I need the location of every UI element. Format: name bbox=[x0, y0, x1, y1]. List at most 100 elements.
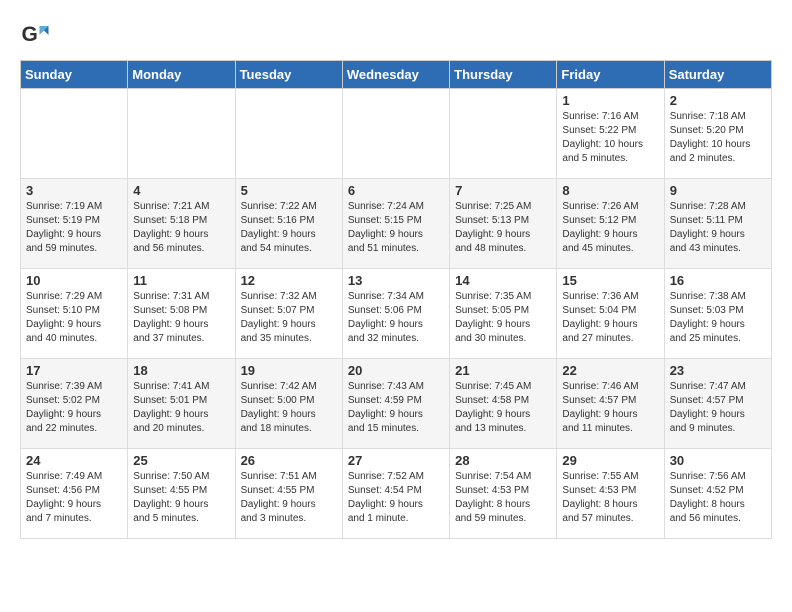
day-cell: 27 Sunrise: 7:52 AM Sunset: 4:54 PM Dayli… bbox=[342, 449, 449, 539]
day-info: Sunrise: 7:24 AM Sunset: 5:15 PM Dayligh… bbox=[348, 200, 444, 256]
day-info: Sunrise: 7:38 AM Sunset: 5:03 PM Dayligh… bbox=[670, 290, 766, 346]
day-cell: 1 Sunrise: 7:16 AM Sunset: 5:22 PM Daylig… bbox=[557, 89, 664, 179]
day-cell: 7 Sunrise: 7:25 AM Sunset: 5:13 PM Daylig… bbox=[450, 179, 557, 269]
day-cell: 25 Sunrise: 7:50 AM Sunset: 4:55 PM Dayli… bbox=[128, 449, 235, 539]
day-cell: 24 Sunrise: 7:49 AM Sunset: 4:56 PM Dayli… bbox=[21, 449, 128, 539]
day-number: 5 bbox=[241, 183, 337, 198]
day-cell: 18 Sunrise: 7:41 AM Sunset: 5:01 PM Dayli… bbox=[128, 359, 235, 449]
day-cell: 28 Sunrise: 7:54 AM Sunset: 4:53 PM Dayli… bbox=[450, 449, 557, 539]
day-cell: 26 Sunrise: 7:51 AM Sunset: 4:55 PM Dayli… bbox=[235, 449, 342, 539]
day-info: Sunrise: 7:29 AM Sunset: 5:10 PM Dayligh… bbox=[26, 290, 122, 346]
header: G bbox=[20, 20, 772, 50]
header-cell-wednesday: Wednesday bbox=[342, 61, 449, 89]
day-number: 20 bbox=[348, 363, 444, 378]
day-info: Sunrise: 7:16 AM Sunset: 5:22 PM Dayligh… bbox=[562, 110, 658, 166]
header-cell-sunday: Sunday bbox=[21, 61, 128, 89]
header-cell-friday: Friday bbox=[557, 61, 664, 89]
day-cell: 5Sunrise: 7:22 AM Sunset: 5:16 PM Daylig… bbox=[235, 179, 342, 269]
day-info: Sunrise: 7:26 AM Sunset: 5:12 PM Dayligh… bbox=[562, 200, 658, 256]
day-info: Sunrise: 7:21 AM Sunset: 5:18 PM Dayligh… bbox=[133, 200, 229, 256]
day-cell: 20 Sunrise: 7:43 AM Sunset: 4:59 PM Dayli… bbox=[342, 359, 449, 449]
day-cell: 13 Sunrise: 7:34 AM Sunset: 5:06 PM Dayli… bbox=[342, 269, 449, 359]
day-number: 3 bbox=[26, 183, 122, 198]
day-info: Sunrise: 7:18 AM Sunset: 5:20 PM Dayligh… bbox=[670, 110, 766, 166]
day-number: 18 bbox=[133, 363, 229, 378]
day-number: 2 bbox=[670, 93, 766, 108]
day-info: Sunrise: 7:25 AM Sunset: 5:13 PM Dayligh… bbox=[455, 200, 551, 256]
week-row-5: 24 Sunrise: 7:49 AM Sunset: 4:56 PM Dayli… bbox=[21, 449, 772, 539]
calendar-body: 1 Sunrise: 7:16 AM Sunset: 5:22 PM Daylig… bbox=[21, 89, 772, 539]
day-cell: 16 Sunrise: 7:38 AM Sunset: 5:03 PM Dayli… bbox=[664, 269, 771, 359]
day-info: Sunrise: 7:36 AM Sunset: 5:04 PM Dayligh… bbox=[562, 290, 658, 346]
day-info: Sunrise: 7:46 AM Sunset: 4:57 PM Dayligh… bbox=[562, 380, 658, 436]
day-cell: 21 Sunrise: 7:45 AM Sunset: 4:58 PM Dayli… bbox=[450, 359, 557, 449]
day-number: 4 bbox=[133, 183, 229, 198]
day-info: Sunrise: 7:56 AM Sunset: 4:52 PM Dayligh… bbox=[670, 470, 766, 526]
day-number: 19 bbox=[241, 363, 337, 378]
day-cell: 30 Sunrise: 7:56 AM Sunset: 4:52 PM Dayli… bbox=[664, 449, 771, 539]
day-info: Sunrise: 7:52 AM Sunset: 4:54 PM Dayligh… bbox=[348, 470, 444, 526]
day-number: 17 bbox=[26, 363, 122, 378]
header-cell-saturday: Saturday bbox=[664, 61, 771, 89]
day-cell: 3 Sunrise: 7:19 AM Sunset: 5:19 PM Daylig… bbox=[21, 179, 128, 269]
day-info: Sunrise: 7:54 AM Sunset: 4:53 PM Dayligh… bbox=[455, 470, 551, 526]
day-number: 27 bbox=[348, 453, 444, 468]
logo: G bbox=[20, 20, 54, 50]
week-row-3: 10 Sunrise: 7:29 AM Sunset: 5:10 PM Dayli… bbox=[21, 269, 772, 359]
day-info: Sunrise: 7:35 AM Sunset: 5:05 PM Dayligh… bbox=[455, 290, 551, 346]
day-cell: 2 Sunrise: 7:18 AM Sunset: 5:20 PM Daylig… bbox=[664, 89, 771, 179]
day-number: 13 bbox=[348, 273, 444, 288]
day-number: 7 bbox=[455, 183, 551, 198]
day-number: 15 bbox=[562, 273, 658, 288]
day-info: Sunrise: 7:43 AM Sunset: 4:59 PM Dayligh… bbox=[348, 380, 444, 436]
day-info: Sunrise: 7:51 AM Sunset: 4:55 PM Dayligh… bbox=[241, 470, 337, 526]
day-number: 30 bbox=[670, 453, 766, 468]
day-cell: 8Sunrise: 7:26 AM Sunset: 5:12 PM Daylig… bbox=[557, 179, 664, 269]
day-cell: 14Sunrise: 7:35 AM Sunset: 5:05 PM Dayli… bbox=[450, 269, 557, 359]
day-number: 28 bbox=[455, 453, 551, 468]
day-info: Sunrise: 7:28 AM Sunset: 5:11 PM Dayligh… bbox=[670, 200, 766, 256]
day-number: 6 bbox=[348, 183, 444, 198]
calendar-table: SundayMondayTuesdayWednesdayThursdayFrid… bbox=[20, 60, 772, 539]
svg-text:G: G bbox=[22, 23, 38, 46]
day-info: Sunrise: 7:34 AM Sunset: 5:06 PM Dayligh… bbox=[348, 290, 444, 346]
day-cell: 11 Sunrise: 7:31 AM Sunset: 5:08 PM Dayli… bbox=[128, 269, 235, 359]
day-cell: 9Sunrise: 7:28 AM Sunset: 5:11 PM Daylig… bbox=[664, 179, 771, 269]
day-info: Sunrise: 7:39 AM Sunset: 5:02 PM Dayligh… bbox=[26, 380, 122, 436]
day-cell: 23 Sunrise: 7:47 AM Sunset: 4:57 PM Dayli… bbox=[664, 359, 771, 449]
day-cell bbox=[128, 89, 235, 179]
header-cell-tuesday: Tuesday bbox=[235, 61, 342, 89]
day-info: Sunrise: 7:55 AM Sunset: 4:53 PM Dayligh… bbox=[562, 470, 658, 526]
day-cell: 15 Sunrise: 7:36 AM Sunset: 5:04 PM Dayli… bbox=[557, 269, 664, 359]
day-cell bbox=[342, 89, 449, 179]
header-row: SundayMondayTuesdayWednesdayThursdayFrid… bbox=[21, 61, 772, 89]
day-info: Sunrise: 7:41 AM Sunset: 5:01 PM Dayligh… bbox=[133, 380, 229, 436]
day-number: 24 bbox=[26, 453, 122, 468]
day-info: Sunrise: 7:49 AM Sunset: 4:56 PM Dayligh… bbox=[26, 470, 122, 526]
day-number: 22 bbox=[562, 363, 658, 378]
day-number: 11 bbox=[133, 273, 229, 288]
day-number: 16 bbox=[670, 273, 766, 288]
day-number: 1 bbox=[562, 93, 658, 108]
day-number: 26 bbox=[241, 453, 337, 468]
day-info: Sunrise: 7:32 AM Sunset: 5:07 PM Dayligh… bbox=[241, 290, 337, 346]
day-number: 10 bbox=[26, 273, 122, 288]
day-cell: 4 Sunrise: 7:21 AM Sunset: 5:18 PM Daylig… bbox=[128, 179, 235, 269]
day-info: Sunrise: 7:45 AM Sunset: 4:58 PM Dayligh… bbox=[455, 380, 551, 436]
day-number: 21 bbox=[455, 363, 551, 378]
day-cell bbox=[21, 89, 128, 179]
day-cell: 17 Sunrise: 7:39 AM Sunset: 5:02 PM Dayli… bbox=[21, 359, 128, 449]
day-number: 23 bbox=[670, 363, 766, 378]
day-info: Sunrise: 7:31 AM Sunset: 5:08 PM Dayligh… bbox=[133, 290, 229, 346]
week-row-4: 17 Sunrise: 7:39 AM Sunset: 5:02 PM Dayli… bbox=[21, 359, 772, 449]
day-cell: 22 Sunrise: 7:46 AM Sunset: 4:57 PM Dayli… bbox=[557, 359, 664, 449]
day-cell: 10 Sunrise: 7:29 AM Sunset: 5:10 PM Dayli… bbox=[21, 269, 128, 359]
logo-icon: G bbox=[20, 20, 50, 50]
day-cell bbox=[235, 89, 342, 179]
day-number: 29 bbox=[562, 453, 658, 468]
day-number: 25 bbox=[133, 453, 229, 468]
day-cell bbox=[450, 89, 557, 179]
day-info: Sunrise: 7:19 AM Sunset: 5:19 PM Dayligh… bbox=[26, 200, 122, 256]
day-info: Sunrise: 7:50 AM Sunset: 4:55 PM Dayligh… bbox=[133, 470, 229, 526]
day-info: Sunrise: 7:47 AM Sunset: 4:57 PM Dayligh… bbox=[670, 380, 766, 436]
